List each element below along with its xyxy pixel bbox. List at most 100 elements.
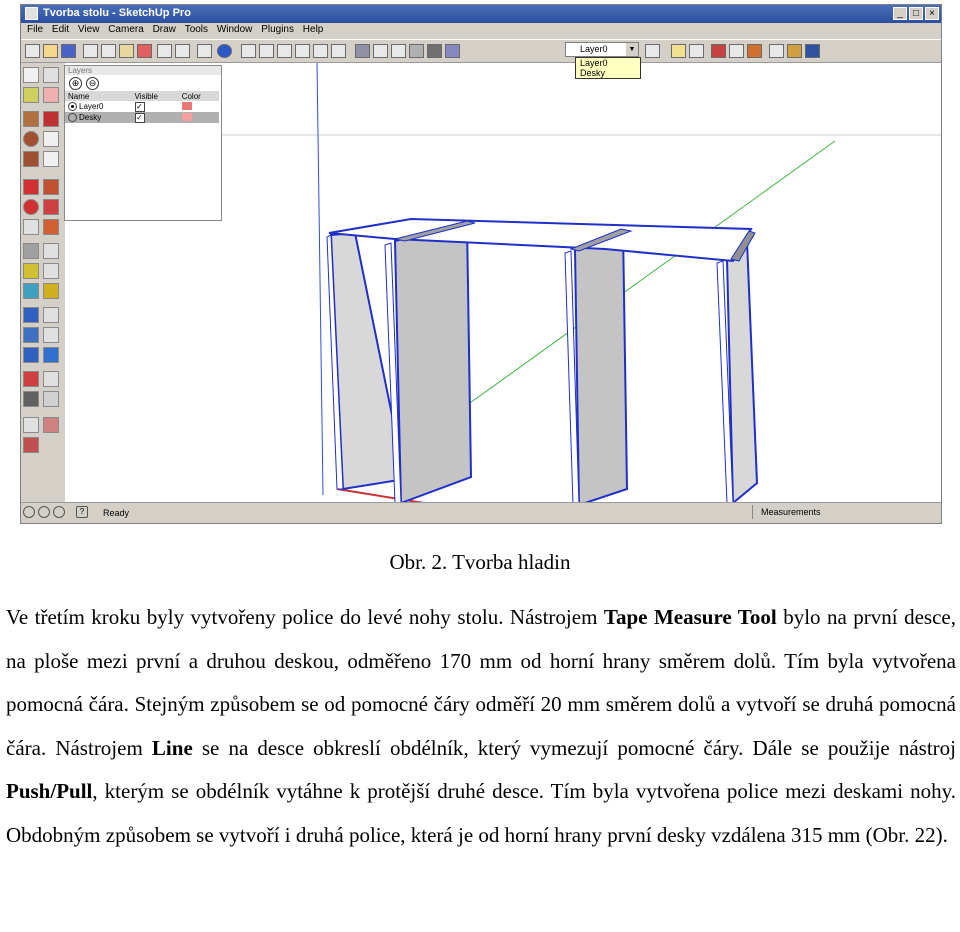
position-camera-icon[interactable] [23,371,39,387]
right-view-icon[interactable] [295,44,310,58]
get-models-icon[interactable] [711,44,726,58]
shaded-style-icon[interactable] [409,44,424,58]
monochrome-style-icon[interactable] [445,44,460,58]
visible-checkbox[interactable]: ✓ [134,112,145,123]
xray-style-icon[interactable] [355,44,370,58]
measurements-box[interactable]: Measurements [752,505,941,519]
make-component-icon[interactable] [43,67,59,83]
eraser-icon[interactable] [43,87,59,103]
previous-view-icon[interactable] [43,347,59,363]
3d-text-icon[interactable] [43,283,59,299]
chevron-down-icon[interactable]: ▼ [626,43,638,56]
active-layer-radio[interactable] [68,113,77,123]
layer-manager-icon[interactable] [645,44,660,58]
rectangle-icon[interactable] [23,111,39,127]
axes-icon[interactable] [23,283,39,299]
toggle-terrain-icon[interactable] [689,44,704,58]
menu-camera[interactable]: Camera [108,24,144,35]
instructor-help-icon[interactable]: ? [76,506,88,518]
offset-icon[interactable] [43,219,59,235]
layer-option[interactable]: Desky [580,68,640,78]
top-view-icon[interactable] [259,44,274,58]
walk-footprints-icon[interactable] [23,391,39,407]
pan-hand-icon[interactable] [43,307,59,323]
menu-view[interactable]: View [78,24,100,35]
line-pencil-icon[interactable] [43,111,59,127]
layer-row[interactable]: Desky ✓ [65,112,219,123]
sandbox-icon[interactable] [23,417,39,433]
menu-plugins[interactable]: Plugins [261,24,294,35]
photo-texture-icon[interactable] [787,44,802,58]
erase-icon[interactable] [137,44,152,58]
zoom-window-icon[interactable] [43,327,59,343]
menu-tools[interactable]: Tools [185,24,208,35]
undo-icon[interactable] [157,44,172,58]
left-view-icon[interactable] [331,44,346,58]
add-detail-icon[interactable] [43,417,59,433]
zoom-extents-icon[interactable] [23,347,39,363]
scale-icon[interactable] [23,219,39,235]
cut-icon[interactable] [83,44,98,58]
layer-color-swatch[interactable] [181,101,192,110]
new-file-icon[interactable] [25,44,40,58]
save-icon[interactable] [61,44,76,58]
user-icon[interactable] [53,506,65,518]
text-label-icon[interactable] [43,263,59,279]
shaded-textures-style-icon[interactable] [427,44,442,58]
model-info-icon[interactable] [217,44,232,58]
geo-location-icon[interactable] [23,506,35,518]
maximize-button[interactable]: □ [909,7,923,20]
preview-google-earth-icon[interactable] [805,44,820,58]
protractor-icon[interactable] [23,263,39,279]
orbit-icon[interactable] [23,307,39,323]
share-model-icon[interactable] [729,44,744,58]
layer-row[interactable]: Layer0 ✓ [65,101,219,112]
zoom-icon[interactable] [23,327,39,343]
menu-window[interactable]: Window [217,24,253,35]
active-layer-radio[interactable] [68,102,77,112]
credits-icon[interactable] [38,506,50,518]
print-icon[interactable] [197,44,212,58]
follow-me-icon[interactable] [43,199,59,215]
photo-match-icon[interactable] [23,437,39,453]
select-arrow-icon[interactable] [23,67,39,83]
layer-select[interactable]: Layer0 ▼ [565,42,639,57]
redo-icon[interactable] [175,44,190,58]
add-layer-icon[interactable]: ⊕ [69,76,82,90]
copy-icon[interactable] [101,44,116,58]
freehand-icon[interactable] [43,151,59,167]
extension-icon[interactable] [769,44,784,58]
close-button[interactable]: × [925,7,939,20]
section-plane-icon[interactable] [43,391,59,407]
column-color[interactable]: Color [178,91,219,101]
dimension-icon[interactable] [43,243,59,259]
menu-edit[interactable]: Edit [52,24,69,35]
tape-measure-icon[interactable] [23,243,39,259]
menu-help[interactable]: Help [303,24,324,35]
move-icon[interactable] [23,179,39,195]
menu-file[interactable]: File [27,24,43,35]
column-visible[interactable]: Visible [131,91,179,101]
iso-view-icon[interactable] [241,44,256,58]
front-view-icon[interactable] [277,44,292,58]
visible-checkbox[interactable]: ✓ [134,101,145,112]
polygon-icon[interactable] [23,151,39,167]
wireframe-style-icon[interactable] [373,44,388,58]
arc-icon[interactable] [43,131,59,147]
paint-bucket-icon[interactable] [23,87,39,103]
push-pull-icon[interactable] [43,179,59,195]
add-location-icon[interactable] [671,44,686,58]
hidden-line-style-icon[interactable] [391,44,406,58]
column-name[interactable]: Name [65,91,132,101]
layer-option[interactable]: Layer0 [580,58,640,68]
paste-icon[interactable] [119,44,134,58]
rotate-icon[interactable] [23,199,39,215]
share-component-icon[interactable] [747,44,762,58]
open-folder-icon[interactable] [43,44,58,58]
minimize-button[interactable]: _ [893,7,907,20]
back-view-icon[interactable] [313,44,328,58]
remove-layer-icon[interactable]: ⊖ [86,76,99,90]
menu-draw[interactable]: Draw [153,24,176,35]
layer-color-swatch[interactable] [181,112,192,121]
circle-icon[interactable] [23,131,39,147]
